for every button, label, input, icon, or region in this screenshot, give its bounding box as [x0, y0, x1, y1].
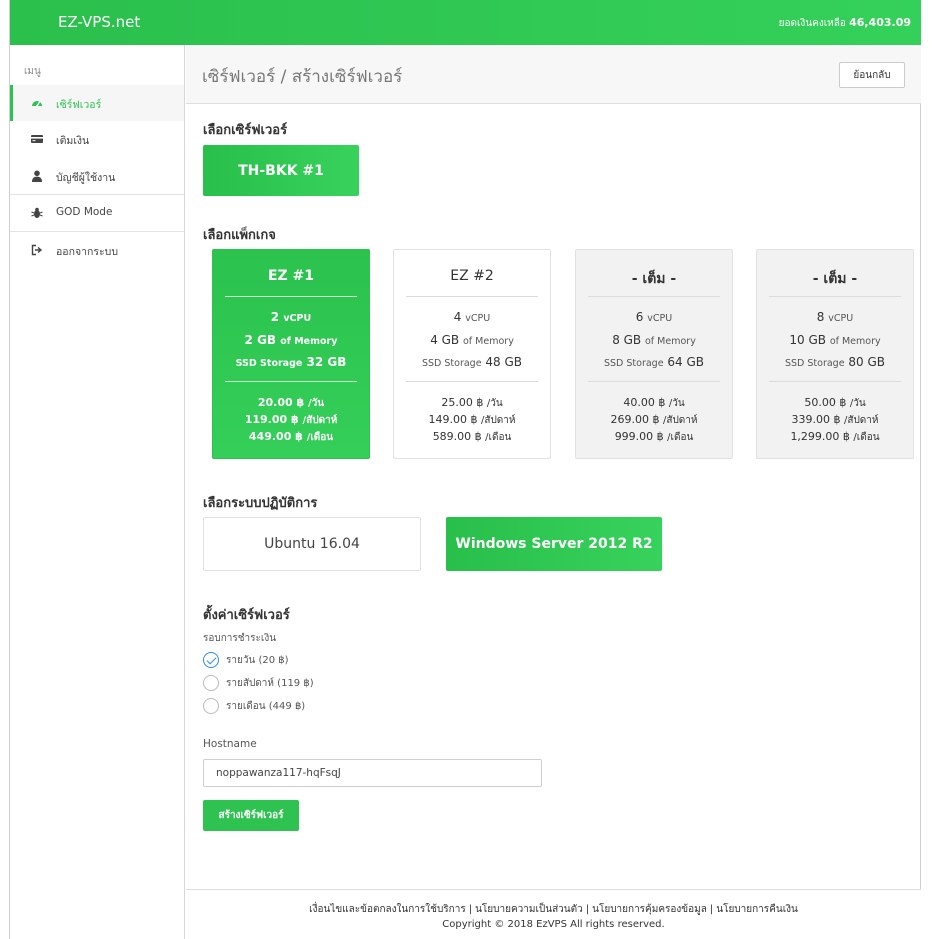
package-card-ez2[interactable]: EZ #2 4 vCPU 4 GB of Memory SSD Storage …: [393, 249, 551, 459]
page-header: เซิร์ฟเวอร์ / สร้างเซิร์ฟเวอร์ ย้อนกลับ: [186, 45, 921, 104]
radio-unchecked-icon[interactable]: [203, 675, 219, 691]
sidebar: เมนู เซิร์ฟเวอร์ เติมเงิน บัญชีผู้ใช้งาน: [10, 45, 185, 939]
footer-link-data-protection[interactable]: นโยบายการคุ้มครองข้อมูล: [592, 904, 707, 915]
sidebar-item-label: ออกจากระบบ: [56, 246, 118, 258]
package-price-month: 1,299.00 ฿ /เดือน: [790, 430, 880, 443]
credit-card-icon: [31, 135, 43, 143]
brand-logo[interactable]: EZ-VPS.net: [58, 13, 140, 31]
sidebar-item-label: เซิร์ฟเวอร์: [56, 99, 102, 111]
divider: [225, 296, 357, 297]
package-price-month: 449.00 ฿ /เดือน: [248, 430, 334, 443]
package-name: - เต็ม -: [631, 271, 677, 287]
os-option-windows-server[interactable]: Windows Server 2012 R2: [446, 517, 662, 571]
package-vcpu: 8 vCPU: [816, 310, 854, 324]
package-price-week: 119.00 ฿ /สัปดาห์: [244, 413, 338, 426]
server-option-th-bkk-1[interactable]: TH-BKK #1: [203, 145, 359, 196]
page-title: เซิร์ฟเวอร์ / สร้างเซิร์ฟเวอร์: [202, 67, 403, 87]
sidebar-item-god-mode[interactable]: GOD Mode: [10, 195, 184, 231]
dashboard-icon: [32, 101, 42, 107]
package-section-title: เลือกแพ็กเกจ: [203, 228, 276, 243]
package-price-week: 339.00 ฿ /สัปดาห์: [791, 413, 879, 426]
divider: [406, 296, 538, 297]
balance-display: ยอดเงินคงเหลือ 46,403.09: [779, 16, 911, 31]
sidebar-item-servers[interactable]: เซิร์ฟเวอร์: [10, 85, 184, 121]
package-memory: 2 GB of Memory: [244, 333, 338, 347]
main-content: เซิร์ฟเวอร์ / สร้างเซิร์ฟเวอร์ ย้อนกลับ …: [186, 45, 921, 939]
footer-separator: |: [709, 904, 714, 915]
radio-checked-icon[interactable]: [203, 652, 219, 668]
back-button[interactable]: ย้อนกลับ: [839, 62, 905, 88]
bug-icon: [31, 207, 43, 218]
sidebar-item-label: GOD Mode: [56, 206, 113, 218]
package-price-month: 589.00 ฿ /เดือน: [432, 430, 512, 443]
menu-title: เมนู: [24, 66, 41, 77]
divider: [769, 381, 901, 382]
os-option-ubuntu[interactable]: Ubuntu 16.04: [203, 517, 421, 571]
os-section-title: เลือกระบบปฏิบัติการ: [203, 496, 318, 511]
footer-links: เงื่อนไขและข้อตกลงในการใช้บริการ | นโยบายค…: [186, 902, 921, 917]
package-storage: SSD Storage 32 GB: [235, 355, 347, 369]
radio-unchecked-icon[interactable]: [203, 698, 219, 714]
settings-section-title: ตั้งค่าเซิร์ฟเวอร์: [203, 608, 290, 623]
create-server-button[interactable]: สร้างเซิร์ฟเวอร์: [203, 800, 299, 831]
package-card-full-2: - เต็ม - 8 vCPU 10 GB of Memory SSD Stor…: [756, 249, 914, 459]
package-name: - เต็ม -: [812, 271, 858, 287]
sidebar-item-label: เติมเงิน: [56, 135, 90, 147]
package-price-day: 25.00 ฿ /วัน: [441, 396, 503, 409]
footer-separator: |: [468, 904, 473, 915]
package-price-day: 50.00 ฿ /วัน: [804, 396, 866, 409]
package-card-full-1: - เต็ม - 6 vCPU 8 GB of Memory SSD Stora…: [575, 249, 733, 459]
hostname-label: Hostname: [203, 738, 257, 750]
top-navbar: EZ-VPS.net ยอดเงินคงเหลือ 46,403.09: [10, 0, 921, 45]
user-icon: [32, 170, 42, 182]
package-name: EZ #2: [450, 268, 494, 284]
billing-option-weekly[interactable]: รายสัปดาห์ (119 ฿): [203, 675, 314, 691]
package-price-day: 20.00 ฿ /วัน: [257, 396, 325, 409]
sidebar-item-account[interactable]: บัญชีผู้ใช้งาน: [10, 158, 184, 194]
package-memory: 10 GB of Memory: [789, 333, 881, 347]
billing-option-label: รายเดือน (449 ฿): [226, 700, 306, 712]
divider: [588, 296, 720, 297]
package-price-week: 149.00 ฿ /สัปดาห์: [428, 413, 516, 426]
footer-link-terms[interactable]: เงื่อนไขและข้อตกลงในการใช้บริการ: [309, 904, 466, 915]
package-storage: SSD Storage 64 GB: [603, 355, 705, 369]
billing-cycle-label: รอบการชำระเงิน: [203, 633, 277, 644]
billing-option-daily[interactable]: รายวัน (20 ฿): [203, 652, 289, 668]
package-storage: SSD Storage 48 GB: [421, 355, 523, 369]
balance-label: ยอดเงินคงเหลือ: [778, 18, 846, 29]
footer-link-refund[interactable]: นโยบายการคืนเงิน: [716, 904, 798, 915]
footer: เงื่อนไขและข้อตกลงในการใช้บริการ | นโยบายค…: [186, 889, 921, 939]
divider: [406, 381, 538, 382]
package-vcpu: 6 vCPU: [635, 310, 673, 324]
package-card-ez1[interactable]: EZ #1 2 vCPU 2 GB of Memory SSD Storage …: [212, 249, 370, 459]
package-vcpu: 2 vCPU: [270, 310, 312, 324]
footer-link-privacy[interactable]: นโยบายความเป็นส่วนตัว: [475, 904, 583, 915]
divider: [588, 381, 720, 382]
divider: [769, 296, 901, 297]
sign-out-icon: [31, 244, 43, 256]
sidebar-item-logout[interactable]: ออกจากระบบ: [10, 232, 184, 268]
billing-option-label: รายวัน (20 ฿): [226, 654, 289, 666]
package-price-week: 269.00 ฿ /สัปดาห์: [610, 413, 698, 426]
package-memory: 8 GB of Memory: [612, 333, 696, 347]
package-name: EZ #1: [267, 268, 315, 284]
hostname-input[interactable]: [203, 759, 542, 787]
package-storage: SSD Storage 80 GB: [784, 355, 886, 369]
sidebar-item-label: บัญชีผู้ใช้งาน: [56, 172, 116, 184]
package-vcpu: 4 vCPU: [453, 310, 491, 324]
sidebar-item-topup[interactable]: เติมเงิน: [10, 121, 184, 157]
balance-value: 46,403.09: [849, 16, 911, 29]
divider: [225, 381, 357, 382]
server-section-title: เลือกเซิร์ฟเวอร์: [203, 123, 288, 138]
package-memory: 4 GB of Memory: [430, 333, 514, 347]
billing-option-label: รายสัปดาห์ (119 ฿): [226, 677, 314, 689]
footer-separator: |: [585, 904, 590, 915]
package-price-month: 999.00 ฿ /เดือน: [614, 430, 694, 443]
copyright-text: Copyright © 2018 EzVPS All rights reserv…: [442, 919, 665, 930]
package-price-day: 40.00 ฿ /วัน: [623, 396, 685, 409]
billing-option-monthly[interactable]: รายเดือน (449 ฿): [203, 698, 305, 714]
app-window: EZ-VPS.net ยอดเงินคงเหลือ 46,403.09 เมนู…: [9, 0, 921, 939]
